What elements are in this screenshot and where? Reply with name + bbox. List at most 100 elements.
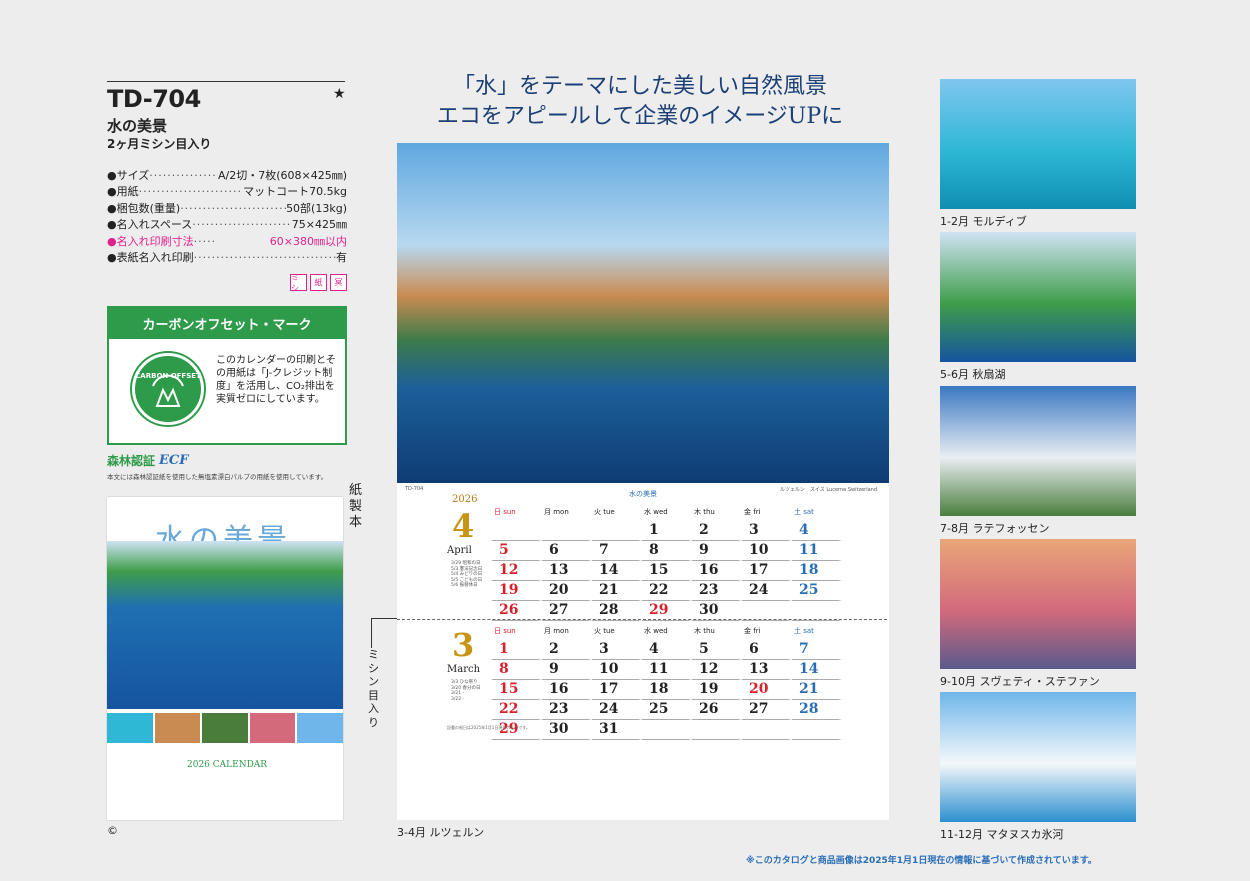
month-grid: 日 sun 月 mon 火 tue 水 wed 木 thu 金 fri 土 sat 1 2 3 4 5…: [492, 626, 842, 740]
product-subtitle: 2ヶ月ミシン目入り: [107, 137, 212, 151]
weekday-header: 水 wed: [644, 627, 668, 635]
day-cell: [542, 521, 592, 541]
spec-row: ●サイズ·························A/2切・7枚(608…: [107, 168, 347, 184]
day-cell: 12: [492, 561, 542, 581]
spec-row: ●梱包数(重量)·······························5…: [107, 201, 347, 217]
spec-key: ●表紙名入れ印刷: [107, 251, 194, 265]
cover-thumb: [107, 713, 153, 743]
weekday-header: 金 fri: [744, 508, 761, 516]
day-cell: 18: [792, 561, 842, 581]
day-cell: 16: [692, 561, 742, 581]
carbon-offset-box: カーボンオフセット・マーク CARBON OFFSET このカレンダーの印刷とそ…: [107, 306, 347, 445]
day-cell: 11: [642, 660, 692, 680]
spec-row: ●表紙名入れ印刷 ································…: [107, 250, 347, 266]
day-cell: 15: [642, 561, 692, 581]
day-cell: 16: [542, 680, 592, 700]
thumbnail-caption: 7-8月 ラテフォッセン: [940, 522, 1050, 535]
day-cell: 3: [592, 640, 642, 660]
day-cell: 31: [592, 720, 642, 740]
main-photo-caption: 3-4月 ルツェルン: [397, 826, 485, 839]
thumbnail-photo: [940, 386, 1136, 516]
day-cell: [792, 720, 842, 740]
day-cell: 28: [592, 601, 642, 621]
cover-thumb: [202, 713, 248, 743]
photo-credit: TD-704: [405, 486, 424, 492]
headline-line-2: エコをアピールして企業のイメージUPに: [436, 104, 844, 129]
day-cell: [592, 521, 642, 541]
calendar-note: 記載の祝日は2025年1月1日現在のものです。: [447, 725, 530, 730]
day-cell: 22: [492, 700, 542, 720]
ecf-logo: ECF: [159, 453, 189, 468]
cover-thumbnail-strip: [107, 713, 343, 743]
spec-leader: ·······························: [138, 185, 244, 199]
weekday-header: 月 mon: [544, 508, 569, 516]
product-name: 水の美景: [107, 117, 168, 135]
day-cell: 28: [792, 700, 842, 720]
thumbnail-photo: [940, 692, 1136, 822]
thumbnail: 1-2月 モルディブ: [940, 79, 1136, 229]
cover-photo: [107, 541, 343, 709]
spec-value: マットコート70.5kg: [243, 185, 347, 199]
holiday-list: 3/29 昭和の日 5/3 憲法記念日 5/4 みどりの日 5/5 こどもの日 5/6 …: [451, 561, 482, 589]
thumbnail-caption: 5-6月 秋扇湖: [940, 368, 1006, 381]
weekday-header: 土 sat: [794, 627, 814, 635]
headline: 「水」をテーマにした美しい自然風景 エコをアピールして企業のイメージUPに: [380, 72, 900, 132]
day-cell: 2: [542, 640, 592, 660]
spec-leader: ·································: [193, 251, 336, 265]
day-cell: 23: [542, 700, 592, 720]
day-cell: 6: [742, 640, 792, 660]
thumbnail: 5-6月 秋扇湖: [940, 232, 1136, 382]
day-cell: [742, 720, 792, 740]
headline-line-1: 「水」をテーマにした美しい自然風景: [452, 74, 827, 99]
day-cell: 4: [642, 640, 692, 660]
day-cell: 23: [692, 581, 742, 601]
day-cell: 27: [742, 700, 792, 720]
day-cell: 7: [792, 640, 842, 660]
perforation-chip-icon: ミシ: [290, 273, 307, 293]
day-cell: 14: [792, 660, 842, 680]
spec-list: ●サイズ·························A/2切・7枚(608…: [107, 168, 347, 266]
day-cell: 29: [492, 720, 542, 740]
day-cell: 20: [742, 680, 792, 700]
day-cell: 25: [642, 700, 692, 720]
day-cell: 4: [792, 521, 842, 541]
title-rule: [107, 81, 345, 82]
thumbnail-caption: 11-12月 マタヌスカ氷河: [940, 828, 1064, 841]
day-cell: 27: [542, 601, 592, 621]
main-photo-lucerne: [397, 143, 889, 483]
cover-thumb: [249, 713, 296, 743]
month-grid: 日 sun 月 mon 火 tue 水 wed 木 thu 金 fri 土 sat 1 2 3 4 5…: [492, 507, 842, 621]
day-cell: 13: [542, 561, 592, 581]
day-cell: 8: [642, 541, 692, 561]
spec-leader: ·························: [149, 169, 218, 182]
day-cell: 14: [592, 561, 642, 581]
thumbnail-photo: [940, 232, 1136, 362]
holiday-list: 3/3 ひな祭り 3/20 春分の日 3/21 -3/22 -: [451, 680, 481, 702]
perforation-arrow: [371, 618, 397, 648]
day-cell: 15: [492, 680, 542, 700]
spec-leader: ·····: [193, 234, 217, 248]
spec-leader: ·························: [192, 218, 292, 232]
thumbnail-caption: 1-2月 モルディブ: [940, 215, 1027, 228]
calendar-year: 2026: [452, 494, 478, 505]
day-cell: 22: [642, 581, 692, 601]
spec-value: 有: [336, 251, 347, 265]
day-cell: 24: [742, 581, 792, 601]
day-cell: 30: [692, 601, 742, 621]
cover-thumb: [297, 713, 343, 743]
perforation-line: [397, 619, 887, 620]
day-cell: 7: [592, 541, 642, 561]
binding-label: 紙製本: [349, 483, 363, 530]
weekday-header: 土 sat: [794, 508, 814, 516]
calendar-sheet: TD-704 ルツェルン スイス Lucerne Switzerland 202…: [397, 483, 889, 820]
day-cell: 17: [742, 561, 792, 581]
day-cell: 8: [492, 660, 542, 680]
spec-key: ●名入れ印刷寸法: [107, 234, 194, 248]
day-cell: 24: [592, 700, 642, 720]
weekday-header: 木 thu: [694, 508, 715, 516]
day-cell: 29: [642, 601, 692, 621]
weekday-header: 水 wed: [644, 508, 668, 516]
thumbnail-photo: [940, 539, 1136, 669]
thumbnail-caption: 9-10月 スヴェティ・ステファン: [940, 675, 1100, 688]
carbon-offset-heading: カーボンオフセット・マーク: [109, 308, 345, 339]
